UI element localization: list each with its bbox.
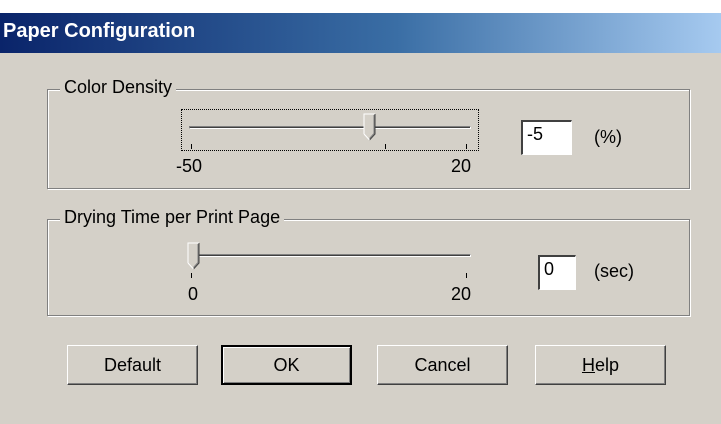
color-density-slider-track[interactable]: [189, 126, 471, 129]
drying-time-unit: (sec): [594, 261, 634, 281]
cancel-button[interactable]: Cancel: [377, 345, 508, 385]
default-button[interactable]: Default: [67, 345, 198, 385]
drying-time-slider-track[interactable]: [189, 254, 471, 257]
drying-time-slider-thumb[interactable]: [187, 242, 201, 270]
dialog-title: Paper Configuration: [3, 20, 196, 42]
help-mnemonic: H: [581, 355, 595, 375]
help-button[interactable]: Help: [535, 345, 666, 385]
help-label-rest: elp: [594, 355, 620, 375]
color-density-max-label: 20: [451, 156, 472, 176]
color-density-unit: (%): [594, 127, 622, 147]
color-density-slider-thumb[interactable]: [363, 113, 377, 141]
drying-time-max-label: 20: [451, 284, 472, 304]
color-density-input[interactable]: -5: [521, 120, 572, 155]
color-density-label: Color Density: [60, 77, 177, 98]
drying-time-input[interactable]: 0: [538, 255, 576, 290]
title-bar[interactable]: Paper Configuration: [0, 13, 721, 53]
drying-time-tick-min: [191, 273, 192, 278]
color-density-tick-mid: [385, 144, 386, 149]
drying-time-tick-max: [466, 273, 467, 278]
color-density-tick-min: [191, 144, 192, 149]
drying-time-label: Drying Time per Print Page: [60, 207, 285, 228]
color-density-tick-max: [466, 144, 467, 149]
color-density-slider-focus: [181, 109, 479, 151]
drying-time-min-label: 0: [188, 284, 199, 304]
ok-button[interactable]: OK: [221, 345, 352, 385]
color-density-min-label: -50: [176, 156, 203, 176]
top-margin: [0, 0, 721, 13]
paper-configuration-dialog: Paper Configuration Color Density -50 20…: [0, 0, 721, 424]
